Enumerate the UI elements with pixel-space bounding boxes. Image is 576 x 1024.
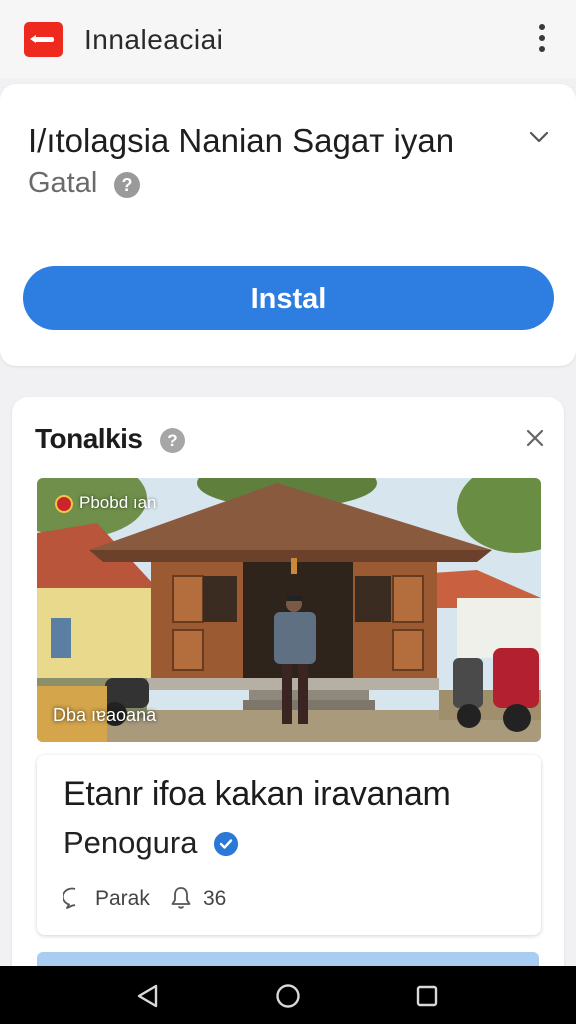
- info-icon[interactable]: ?: [160, 428, 185, 453]
- install-card: I/ıtolagsia Nanian Sagaт iyan Gatal ? In…: [0, 84, 576, 366]
- notification-count: 36: [203, 887, 227, 910]
- action-label[interactable]: Parak: [95, 887, 150, 911]
- help-icon[interactable]: ?: [114, 172, 140, 198]
- image-caption: Dba ıɐaoana: [53, 705, 157, 725]
- chevron-down-icon[interactable]: [528, 126, 550, 148]
- back-icon[interactable]: [134, 982, 162, 1010]
- post-headline: Etanr ifoa kakan iravanam: [63, 775, 451, 813]
- publisher-name: Gatal: [28, 167, 98, 199]
- comment-icon[interactable]: [63, 886, 87, 910]
- home-icon[interactable]: [274, 982, 302, 1010]
- house-photo: [37, 478, 541, 742]
- more-vert-icon[interactable]: [534, 24, 550, 58]
- image-badge: Pbobd ıan: [55, 493, 157, 513]
- ad-image[interactable]: Pbobd ıan Dba ıɐaoana: [37, 478, 541, 742]
- system-nav-bar: [0, 966, 576, 1024]
- top-bar-title: Innaleaciai: [84, 24, 224, 55]
- image-badge-text: Pbobd ıan: [79, 493, 157, 512]
- top-bar: Innaleaciai: [0, 0, 576, 78]
- recents-icon[interactable]: [413, 982, 441, 1010]
- post-card[interactable]: Etanr ifoa kakan iravanam Penogura Parak…: [37, 755, 541, 935]
- app-name: I/ıtolagsia Nanian Sagaт iyan: [28, 122, 455, 159]
- close-icon[interactable]: [524, 427, 546, 449]
- verified-icon: [214, 832, 238, 856]
- next-card-preview: [37, 952, 539, 966]
- sponsored-card: Tonalkis ? Pbobd ıan Dba ıɐaoana Etanr i…: [12, 397, 564, 997]
- post-author: Penogura: [63, 825, 198, 860]
- install-button[interactable]: Instal: [23, 266, 554, 330]
- app-logo-icon: [24, 22, 63, 57]
- bell-icon[interactable]: [169, 885, 193, 911]
- sponsored-label: Tonalkis: [35, 423, 143, 454]
